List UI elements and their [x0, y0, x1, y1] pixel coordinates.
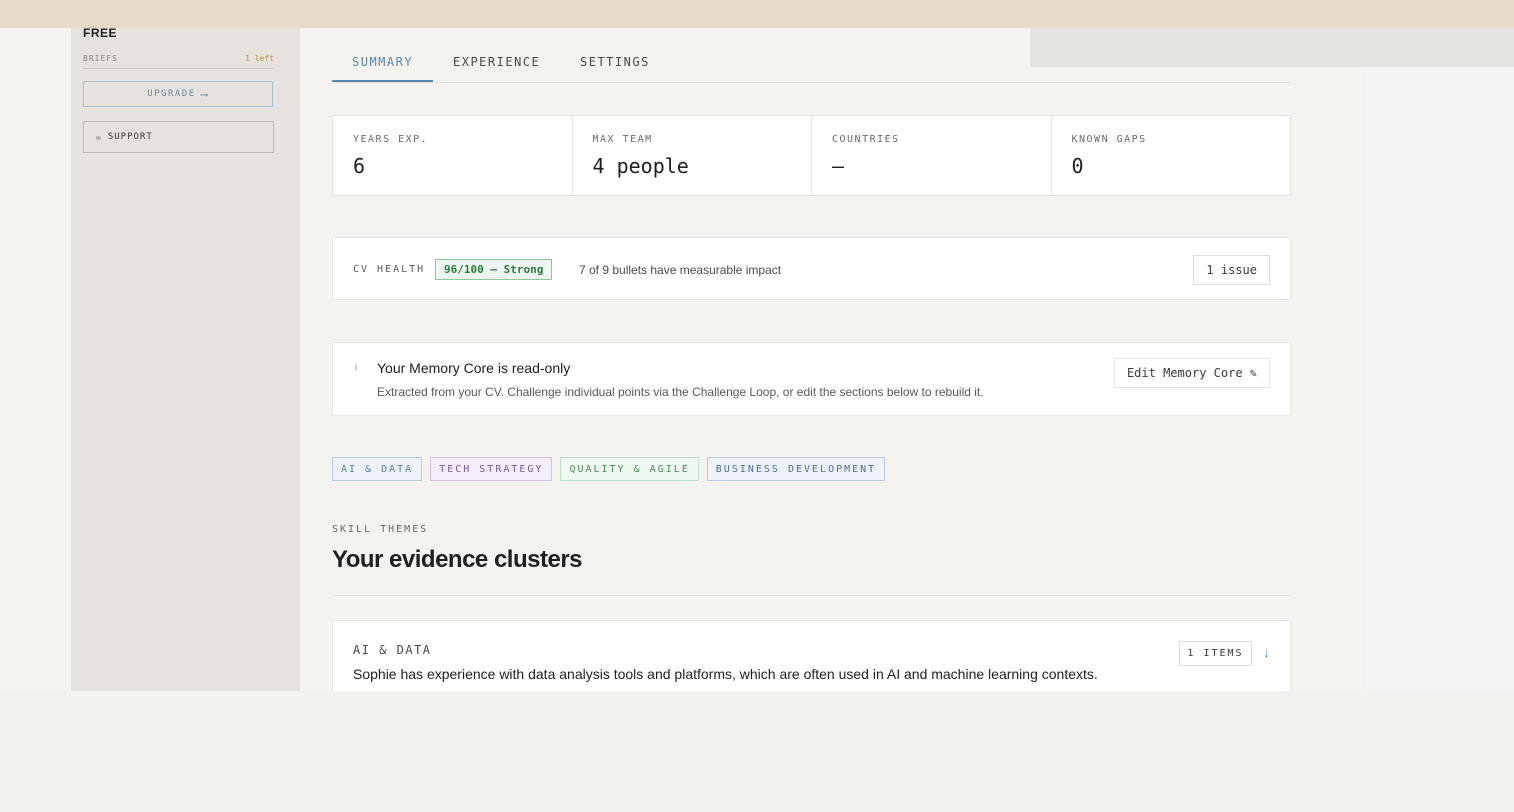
- tab-experience[interactable]: EXPERIENCE: [453, 55, 540, 69]
- chip-business-development[interactable]: BUSINESS DEVELOPMENT: [706, 457, 886, 481]
- cv-health-label: CV HEALTH: [353, 264, 426, 275]
- profile-tabs: SUMMARY EXPERIENCE SETTINGS: [332, 40, 1291, 83]
- upgrade-button[interactable]: UPGRADE ⟶: [83, 81, 273, 107]
- active-tab-indicator: [332, 80, 433, 82]
- support-button[interactable]: ✉ SUPPORT: [83, 121, 274, 153]
- cv-health-description: 7 of 9 bullets have measurable impact: [579, 263, 782, 277]
- support-label: SUPPORT: [107, 132, 153, 142]
- tab-settings[interactable]: SETTINGS: [580, 55, 650, 69]
- skill-filter-chips: AI & DATA TECH STRATEGY QUALITY & AGILE …: [332, 457, 893, 481]
- section-divider: [332, 595, 1291, 596]
- upgrade-label: UPGRADE: [147, 89, 196, 99]
- stat-years-exp: YEARS EXP. 6: [333, 116, 573, 195]
- section-eyebrow: SKILL THEMES: [332, 524, 429, 535]
- stat-value: —: [832, 154, 845, 178]
- cluster-label: AI & DATA: [353, 643, 432, 657]
- briefs-label: BRIEFS: [83, 54, 118, 63]
- stat-value: 4 people: [592, 154, 689, 178]
- stat-label: YEARS EXP.: [353, 134, 429, 145]
- section-title: Your evidence clusters: [332, 546, 583, 573]
- memory-core-title: Your Memory Core is read-only: [377, 360, 571, 376]
- arrow-right-icon: ⟶: [200, 87, 209, 101]
- stat-countries: COUNTRIES —: [812, 116, 1052, 195]
- sidebar: FREE BRIEFS 1 left UPGRADE ⟶ ✉ SUPPORT: [71, 26, 300, 691]
- stat-value: 0: [1071, 154, 1084, 178]
- mail-icon: ✉: [96, 132, 102, 142]
- stat-label: KNOWN GAPS: [1071, 134, 1147, 145]
- cluster-card[interactable]: AI & DATA Sophie has experience with dat…: [332, 620, 1291, 691]
- memory-core-notice: i Your Memory Core is read-only Extracte…: [332, 342, 1291, 416]
- stat-known-gaps: KNOWN GAPS 0: [1052, 116, 1291, 195]
- chevron-down-icon[interactable]: ↓: [1263, 645, 1270, 660]
- tab-summary[interactable]: SUMMARY: [352, 55, 413, 69]
- stat-value: 6: [353, 154, 366, 178]
- chip-quality-agile[interactable]: QUALITY & AGILE: [560, 457, 699, 481]
- cluster-items-count[interactable]: 1 ITEMS: [1179, 641, 1252, 666]
- stats-row: YEARS EXP. 6 MAX TEAM 4 people COUNTRIES…: [332, 115, 1291, 196]
- info-icon: i: [355, 362, 357, 372]
- edit-memory-core-button[interactable]: Edit Memory Core ✎: [1113, 358, 1270, 388]
- top-banner: [0, 0, 1514, 28]
- cv-health-card: CV HEALTH 96/100 — Strong 7 of 9 bullets…: [332, 237, 1291, 300]
- cluster-description: Sophie has experience with data analysis…: [353, 666, 1098, 682]
- issues-button[interactable]: 1 issue: [1193, 255, 1270, 285]
- page-bottom-area: [0, 691, 1514, 812]
- stat-label: COUNTRIES: [832, 134, 900, 145]
- chip-ai-data[interactable]: AI & DATA: [332, 457, 423, 481]
- memory-core-description: Extracted from your CV. Challenge indivi…: [377, 385, 984, 399]
- stat-max-team: MAX TEAM 4 people: [573, 116, 812, 195]
- briefs-counter: BRIEFS 1 left: [83, 54, 274, 69]
- cv-health-score-badge: 96/100 — Strong: [435, 259, 553, 280]
- right-gutter: [1365, 28, 1514, 691]
- chip-tech-strategy[interactable]: TECH STRATEGY: [430, 457, 553, 481]
- stat-label: MAX TEAM: [592, 134, 653, 145]
- plan-label: FREE: [83, 26, 118, 40]
- briefs-remaining: 1 left: [245, 54, 274, 63]
